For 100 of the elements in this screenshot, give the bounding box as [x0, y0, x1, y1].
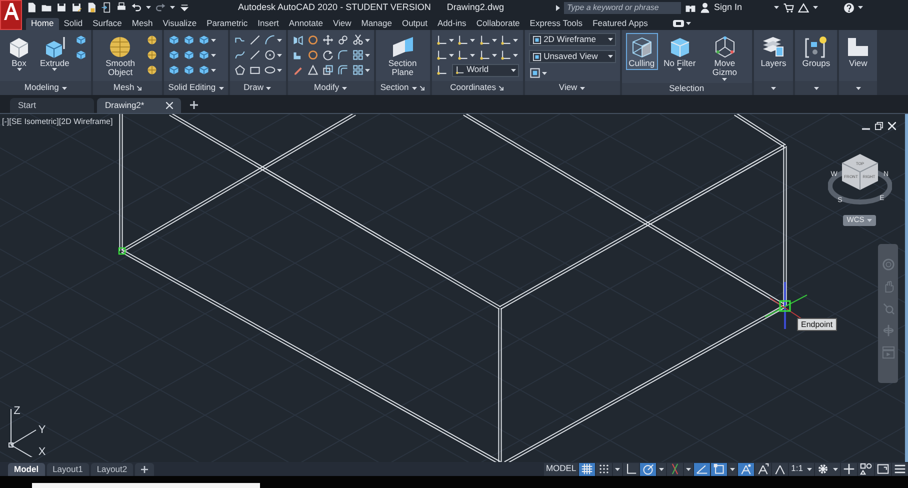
launcher-icon[interactable] [498, 86, 504, 90]
array-icon[interactable] [352, 64, 364, 76]
ucs-icon[interactable] [457, 49, 470, 61]
ribbon-tab[interactable]: Parametric [202, 18, 253, 30]
line-icon[interactable] [248, 49, 261, 61]
sphere-icon[interactable] [146, 64, 158, 76]
rectangle-icon[interactable] [248, 64, 261, 76]
sphere-icon[interactable] [146, 34, 158, 46]
ribbon-button[interactable]: Section Plane [380, 33, 426, 80]
caret-icon[interactable] [677, 68, 682, 72]
status-toggle[interactable] [640, 462, 656, 476]
ribbon-button[interactable]: Culling [626, 33, 658, 70]
caret-icon[interactable] [774, 6, 779, 9]
plus-icon[interactable] [843, 463, 855, 475]
panel-label[interactable]: View [558, 83, 578, 93]
caret-icon[interactable] [580, 86, 586, 90]
view-frame-icon[interactable] [532, 34, 542, 44]
fullscreen-icon[interactable] [877, 463, 889, 475]
pentagon-icon[interactable] [234, 64, 246, 76]
document-icon[interactable] [86, 2, 97, 13]
caret-icon[interactable] [807, 468, 812, 470]
triangle-icon[interactable] [798, 2, 809, 12]
spline-icon[interactable] [234, 49, 246, 61]
ribbon-tab[interactable]: Insert [252, 18, 284, 30]
folder-icon[interactable] [41, 2, 52, 13]
caret-icon[interactable] [492, 38, 497, 42]
dropdown-caret[interactable] [684, 462, 694, 476]
caret-icon[interactable] [276, 54, 282, 56]
array-icon[interactable] [352, 49, 364, 61]
ucs-dropdown[interactable]: World [452, 64, 519, 76]
caret-icon[interactable] [211, 54, 216, 56]
caret-icon[interactable] [510, 68, 516, 72]
customize-icon[interactable] [179, 2, 190, 13]
caret-icon[interactable] [364, 54, 370, 56]
view-frame-icon[interactable] [532, 52, 542, 62]
cube-icon[interactable] [75, 49, 88, 61]
ucs-icon[interactable] [478, 34, 491, 46]
cube-icon[interactable] [183, 49, 196, 61]
caret-icon[interactable] [16, 68, 22, 72]
file-tab[interactable]: Start [10, 98, 94, 113]
caret-icon[interactable] [730, 468, 736, 470]
annotation-scale-icon[interactable] [772, 462, 788, 476]
caret-icon[interactable] [170, 6, 175, 9]
ribbon-button[interactable]: Layers [758, 33, 790, 70]
triangle-right-icon[interactable] [556, 4, 560, 10]
status-toggle[interactable] [623, 462, 640, 476]
view-cube-drawing[interactable] [828, 154, 892, 204]
caret-icon[interactable] [833, 468, 838, 470]
ribbon-tab[interactable]: Collaborate [471, 18, 525, 30]
status-toggle[interactable] [755, 462, 772, 476]
cube-icon[interactable] [168, 49, 180, 61]
scale-icon[interactable] [322, 64, 334, 76]
sphere-icon[interactable] [146, 49, 158, 61]
caret-icon[interactable] [770, 86, 776, 90]
caret-icon[interactable] [52, 68, 58, 72]
workspace-menu[interactable] [815, 462, 840, 476]
ucs-icon[interactable] [478, 49, 491, 61]
dropdown-caret[interactable] [728, 462, 738, 476]
letter-a-icon[interactable] [1, 1, 21, 21]
cube-icon[interactable] [198, 49, 210, 61]
status-toggle[interactable] [596, 462, 612, 476]
caret-icon[interactable] [856, 86, 861, 90]
offset-icon[interactable] [336, 64, 349, 76]
ribbon-button[interactable]: Groups [799, 33, 834, 70]
cube-icon[interactable] [75, 34, 88, 46]
caret-icon[interactable] [513, 54, 518, 56]
chain-icon[interactable] [336, 34, 349, 46]
ribbon-tab[interactable]: Express Tools [524, 18, 588, 30]
cube-icon[interactable] [183, 64, 196, 76]
ucs-icon[interactable] [500, 34, 512, 46]
caret-icon[interactable] [218, 86, 224, 90]
status-toggle[interactable] [738, 462, 754, 476]
rotate-icon[interactable] [322, 49, 334, 61]
caret-icon[interactable] [448, 54, 454, 56]
ucs-icon[interactable] [454, 65, 465, 75]
caret-icon[interactable] [814, 86, 819, 90]
cube-icon[interactable] [168, 64, 180, 76]
ribbon-tab[interactable]: Mesh [126, 18, 158, 30]
restore-icon[interactable] [875, 122, 883, 130]
redo-icon[interactable] [155, 2, 166, 13]
cart-icon[interactable] [782, 2, 794, 12]
cube-icon[interactable] [198, 64, 210, 76]
ribbon-tab[interactable]: Visualize [158, 18, 202, 30]
dropdown-caret[interactable] [657, 462, 666, 476]
caret-icon[interactable] [146, 6, 151, 9]
user-icon[interactable] [700, 2, 710, 13]
caret-icon[interactable] [513, 38, 518, 42]
file-tab[interactable]: Drawing2* [97, 98, 181, 113]
ribbon-tab[interactable]: Surface [88, 18, 127, 30]
caret-icon[interactable] [659, 468, 664, 470]
caret-icon[interactable] [492, 54, 497, 56]
status-toggle[interactable] [579, 462, 596, 476]
binoculars-icon[interactable] [684, 2, 696, 12]
search-field[interactable]: Type a keyword or phrase [564, 2, 681, 14]
scissors-icon[interactable] [352, 34, 364, 46]
viewport-controls-label[interactable]: [-][SE Isometric][2D Wireframe] [2, 117, 113, 126]
sign-in-link[interactable]: Sign In [714, 2, 742, 13]
mirror-icon[interactable] [292, 34, 304, 46]
plus-icon[interactable] [190, 101, 198, 109]
isolate-objects-icon[interactable] [860, 463, 872, 475]
